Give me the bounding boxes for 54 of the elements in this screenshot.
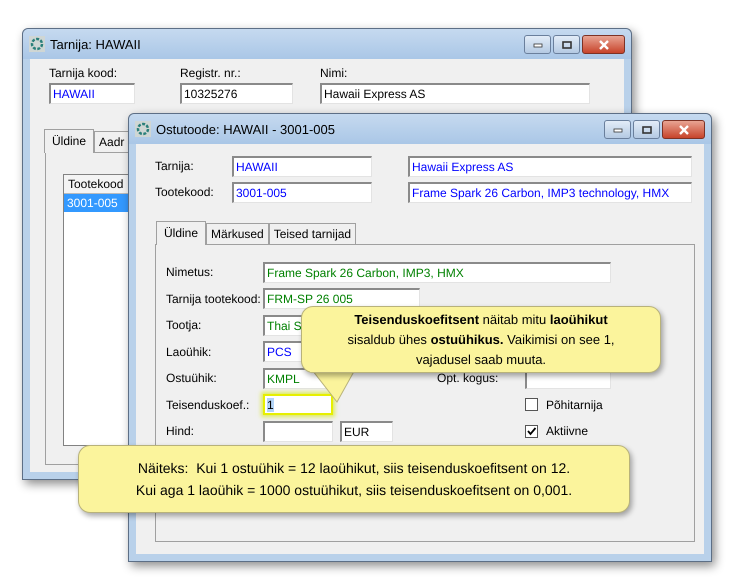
close-icon [678,124,690,134]
callout-text: Näiteks: Kui 1 ostuühik = 12 laoühikut, siis teisenduskoefitsent on 12. [138,459,570,478]
callout-text: Teisenduskoefitsent näitab mitu laoühikut sisaldub ühes ostuühikus. Vaikimisi on see 1, vajadusel saab muuta. [346,310,616,369]
field-label: Tarnija: [155,159,195,173]
text-field[interactable]: HAWAII [232,156,372,176]
field-label: Tootja: [166,318,202,332]
text-field[interactable]: 10325276 [180,83,293,104]
minimize-button[interactable] [604,120,631,139]
text-field[interactable]: Frame Spark 26 Carbon, IMP3, HMX [263,262,611,283]
maximize-icon [562,40,572,48]
field-label: Tarnija kood: [49,65,118,81]
tab[interactable]: Üldine [44,129,94,153]
field-label: Hind: [166,424,196,438]
field-label: Laoühik: [166,344,212,359]
close-button[interactable] [662,120,705,139]
window-title: Ostutoode: HAWAII - 3001-005 [156,122,335,136]
text-field[interactable]: 1 [263,394,333,416]
checkbox[interactable] [525,424,538,438]
column-header[interactable]: Tootekood [64,175,131,194]
text-field[interactable] [263,420,333,442]
text-field[interactable]: FRM-SP 26 005 [263,288,420,310]
window-title: Tarnija: HAWAII [50,36,141,52]
checkbox[interactable] [525,398,538,412]
maximize-icon [642,126,652,134]
minimize-icon [532,42,542,48]
maximize-button[interactable] [633,120,660,139]
close-button[interactable] [582,35,625,54]
field-label: Tootekood: [155,185,215,199]
ring-icon [29,36,45,52]
field-label: Teisenduskoef.: [166,398,250,412]
ring-icon [135,121,151,137]
text-field[interactable]: HAWAII [49,83,135,104]
text-field[interactable]: Frame Spark 26 Carbon, IMP3 technology, HMX [408,182,692,202]
tab[interactable]: Üldine [156,221,206,245]
minimize-icon [612,126,622,132]
field-label: Nimi: [320,65,348,81]
currency-field[interactable]: EUR [340,420,393,442]
field-label: Registr. nr.: [180,65,242,81]
minimize-button[interactable] [524,35,551,54]
field-label: Tarnija tootekood: [166,292,262,306]
field-label: Ostuühik: [166,371,218,386]
tab[interactable]: Märkused [206,223,269,244]
tab[interactable]: Teised tarnijad [268,223,356,244]
callout-text: Kui aga 1 laoühik = 1000 ostuühikut, siis teisenduskoefitsent on 0,001. [136,481,572,500]
text-field[interactable]: Hawaii Express AS [320,83,590,104]
field-label: Opt. kogus: [437,371,500,386]
field-label: Nimetus: [166,265,214,280]
close-icon [598,40,610,50]
tab[interactable]: Aadr [94,131,130,152]
text-field[interactable]: Hawaii Express AS [408,156,692,176]
checkbox-label: Aktiivne [546,424,588,438]
text-field[interactable]: 3001-005 [232,182,372,202]
checkbox-label: Põhitarnija [546,398,603,412]
maximize-button[interactable] [553,35,580,54]
